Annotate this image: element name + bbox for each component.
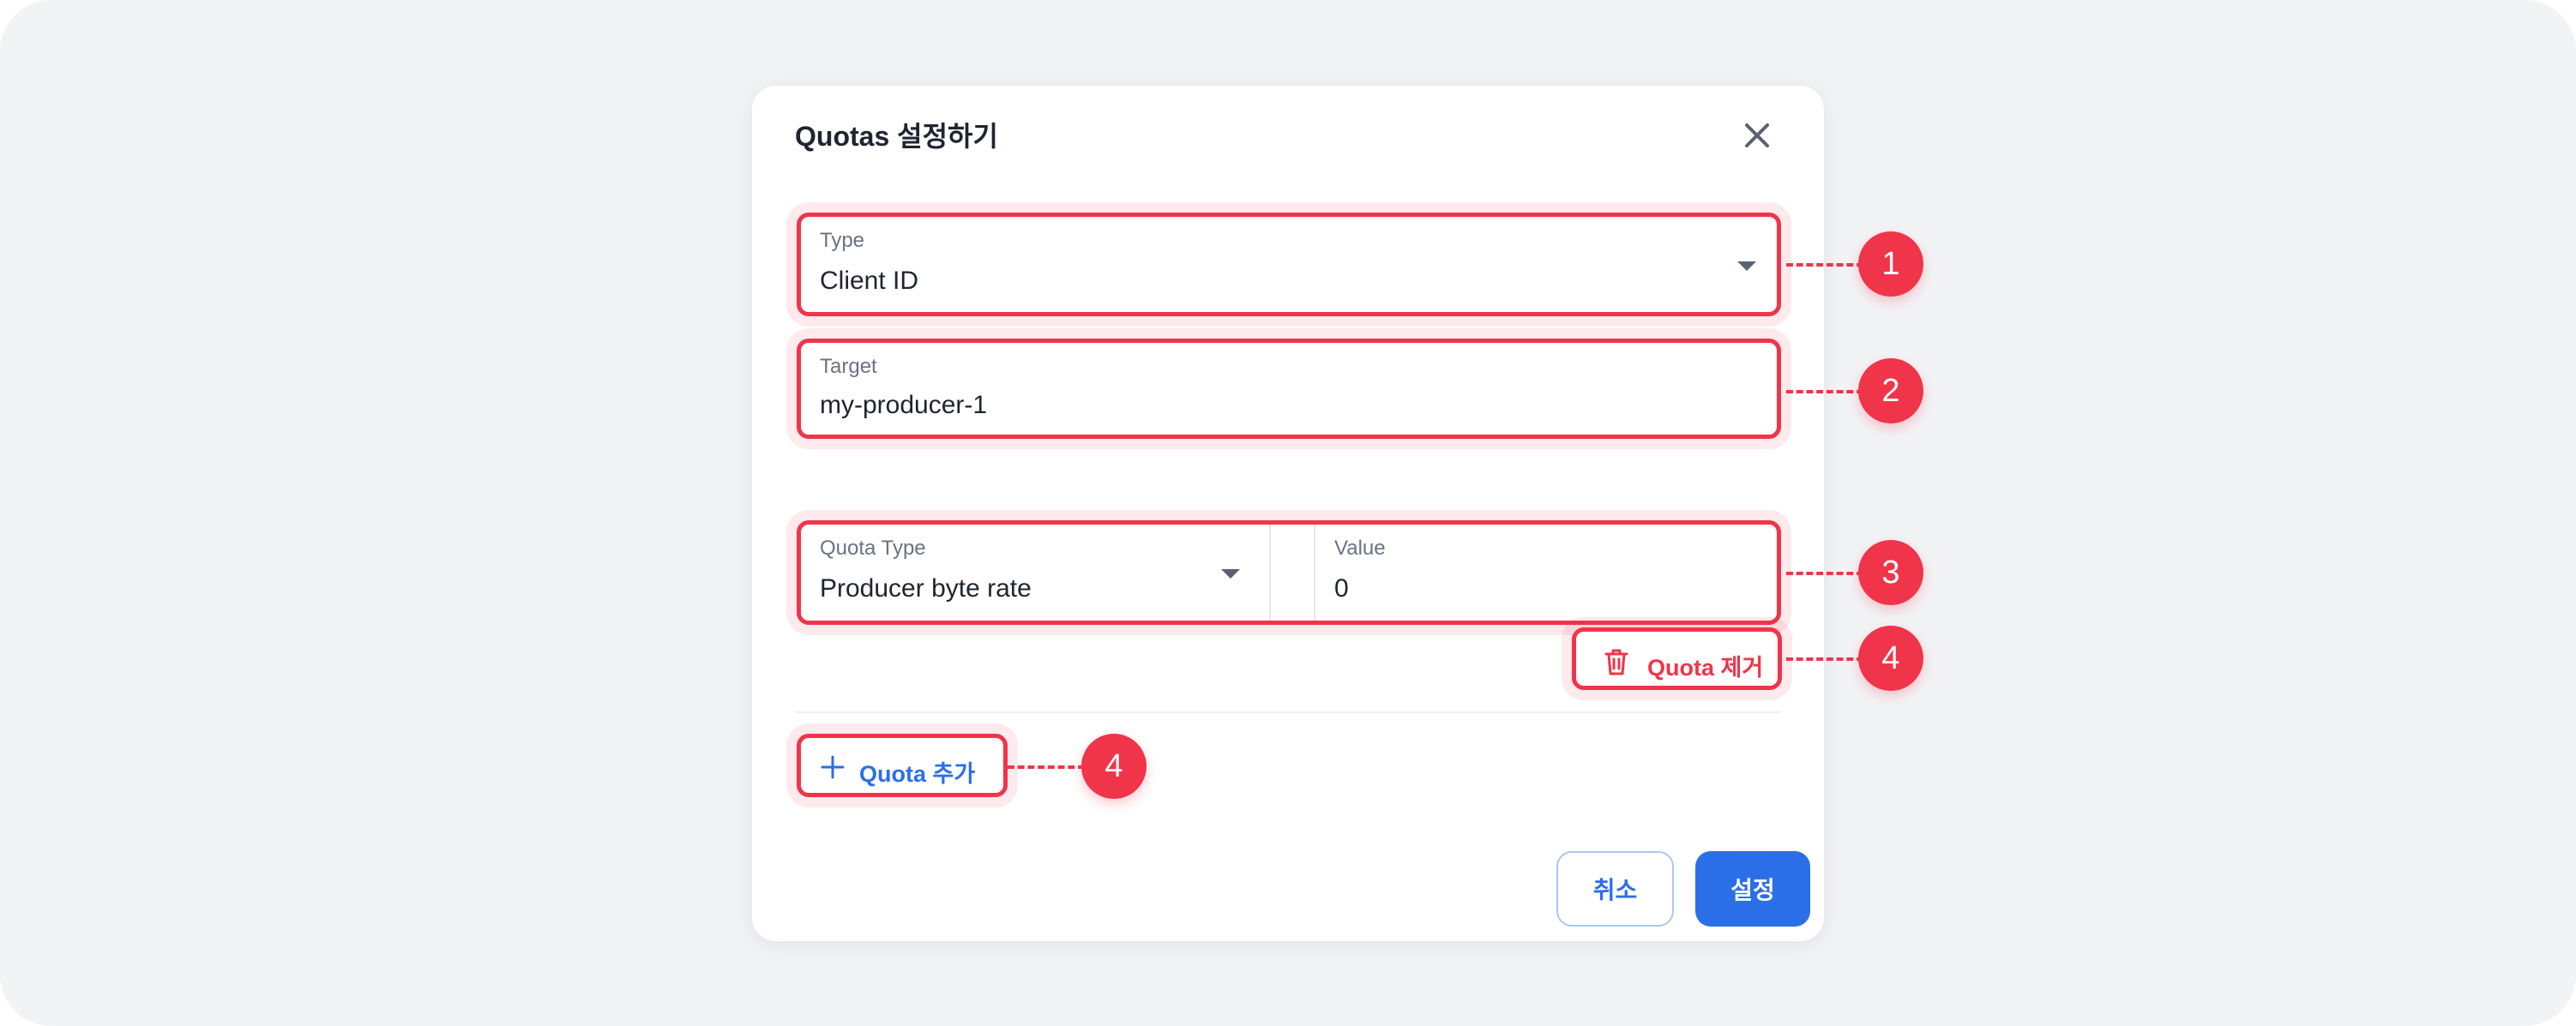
dialog-title: Quotas 설정하기 [795,121,998,152]
callout-badge-4b: 4 [1081,734,1147,799]
plus-icon [821,755,845,779]
type-value: Client ID [820,267,919,295]
section-divider [795,711,1781,713]
quota-row: Quota Type Producer byte rate Value 0 [797,520,1781,625]
type-select[interactable]: Type Client ID [797,213,1781,316]
callout-badge-4a: 4 [1858,626,1923,691]
callout-line-2 [1786,390,1863,393]
quota-type-select[interactable]: Quota Type Producer byte rate [801,525,1271,621]
add-quota-label: Quota 추가 [859,761,976,787]
callout-badge-3: 3 [1858,540,1923,605]
trash-icon [1604,649,1628,675]
close-icon [1745,123,1769,147]
callout-line-4b [1008,765,1085,769]
remove-quota-label: Quota 제거 [1647,655,1764,681]
canvas-background: Quotas 설정하기 Type Client ID Target my-pro… [0,0,2576,1026]
target-value: my-producer-1 [820,391,988,419]
close-button[interactable] [1736,115,1778,156]
target-label: Target [820,355,877,378]
quota-value-input[interactable]: Value 0 [1314,525,1777,621]
quota-type-value: Producer byte rate [820,574,1032,603]
callout-badge-2: 2 [1858,358,1923,423]
quotas-dialog: Quotas 설정하기 Type Client ID Target my-pro… [752,86,1824,941]
quota-value-value: 0 [1334,574,1349,603]
confirm-button[interactable]: 설정 [1695,851,1810,927]
target-input[interactable]: Target my-producer-1 [797,339,1781,439]
callout-line-4a [1786,657,1863,661]
cancel-button[interactable]: 취소 [1556,851,1674,927]
callout-line-3 [1786,572,1863,575]
quota-value-label: Value [1334,537,1386,560]
callout-badge-1: 1 [1858,231,1923,297]
type-label: Type [820,229,865,252]
quota-type-label: Quota Type [820,537,926,560]
callout-line-1 [1786,263,1863,267]
chevron-down-icon [1737,261,1756,271]
add-quota-button[interactable]: Quota 추가 [797,734,1008,797]
remove-quota-button[interactable]: Quota 제거 [1572,627,1782,690]
chevron-down-icon [1221,569,1240,579]
